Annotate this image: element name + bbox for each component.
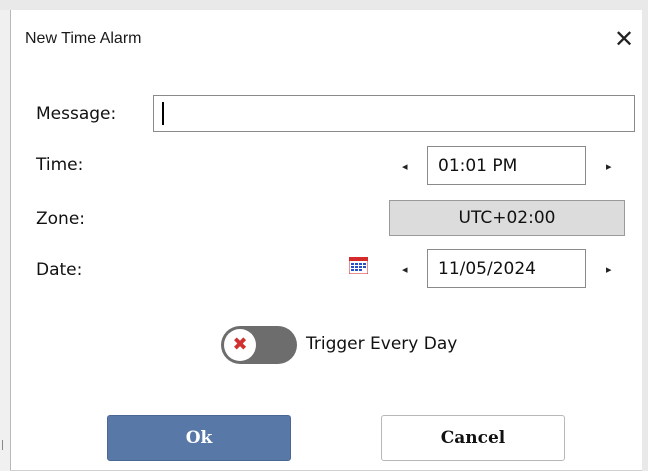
time-value: 01:01 PM: [438, 155, 518, 176]
message-label: Message:: [36, 104, 117, 124]
zone-label: Zone:: [36, 209, 86, 229]
date-value: 11/05/2024: [438, 258, 536, 279]
toggle-off-icon: ✖: [232, 334, 248, 355]
toggle-knob: ✖: [224, 329, 256, 361]
cancel-button-label: Cancel: [440, 428, 506, 448]
trigger-every-day-toggle[interactable]: ✖: [221, 326, 297, 364]
window-frame-right: [642, 0, 648, 471]
time-label: Time:: [36, 155, 84, 175]
ok-button[interactable]: Ok: [107, 415, 291, 461]
ok-button-label: Ok: [185, 428, 213, 448]
text-caret: [162, 102, 164, 125]
time-field[interactable]: 01:01 PM: [427, 146, 586, 185]
time-next-arrow[interactable]: ▸: [606, 161, 612, 173]
date-next-arrow[interactable]: ▸: [606, 264, 612, 276]
time-prev-arrow[interactable]: ◂: [402, 161, 408, 173]
calendar-icon[interactable]: [349, 257, 368, 274]
message-input[interactable]: [153, 95, 635, 132]
close-icon[interactable]: ✕: [614, 27, 634, 51]
trigger-every-day-label: Trigger Every Day: [306, 334, 458, 354]
date-prev-arrow[interactable]: ◂: [402, 264, 408, 276]
zone-value: UTC+02:00: [458, 208, 556, 228]
date-field[interactable]: 11/05/2024: [427, 249, 586, 288]
window-frame-left: [0, 10, 10, 471]
background-mark: [2, 440, 3, 450]
new-time-alarm-dialog: [11, 10, 642, 471]
zone-display: UTC+02:00: [389, 200, 625, 236]
cancel-button[interactable]: Cancel: [381, 415, 565, 461]
dialog-title: New Time Alarm: [25, 30, 142, 47]
date-label: Date:: [36, 260, 83, 280]
window-frame-top: [0, 0, 648, 10]
